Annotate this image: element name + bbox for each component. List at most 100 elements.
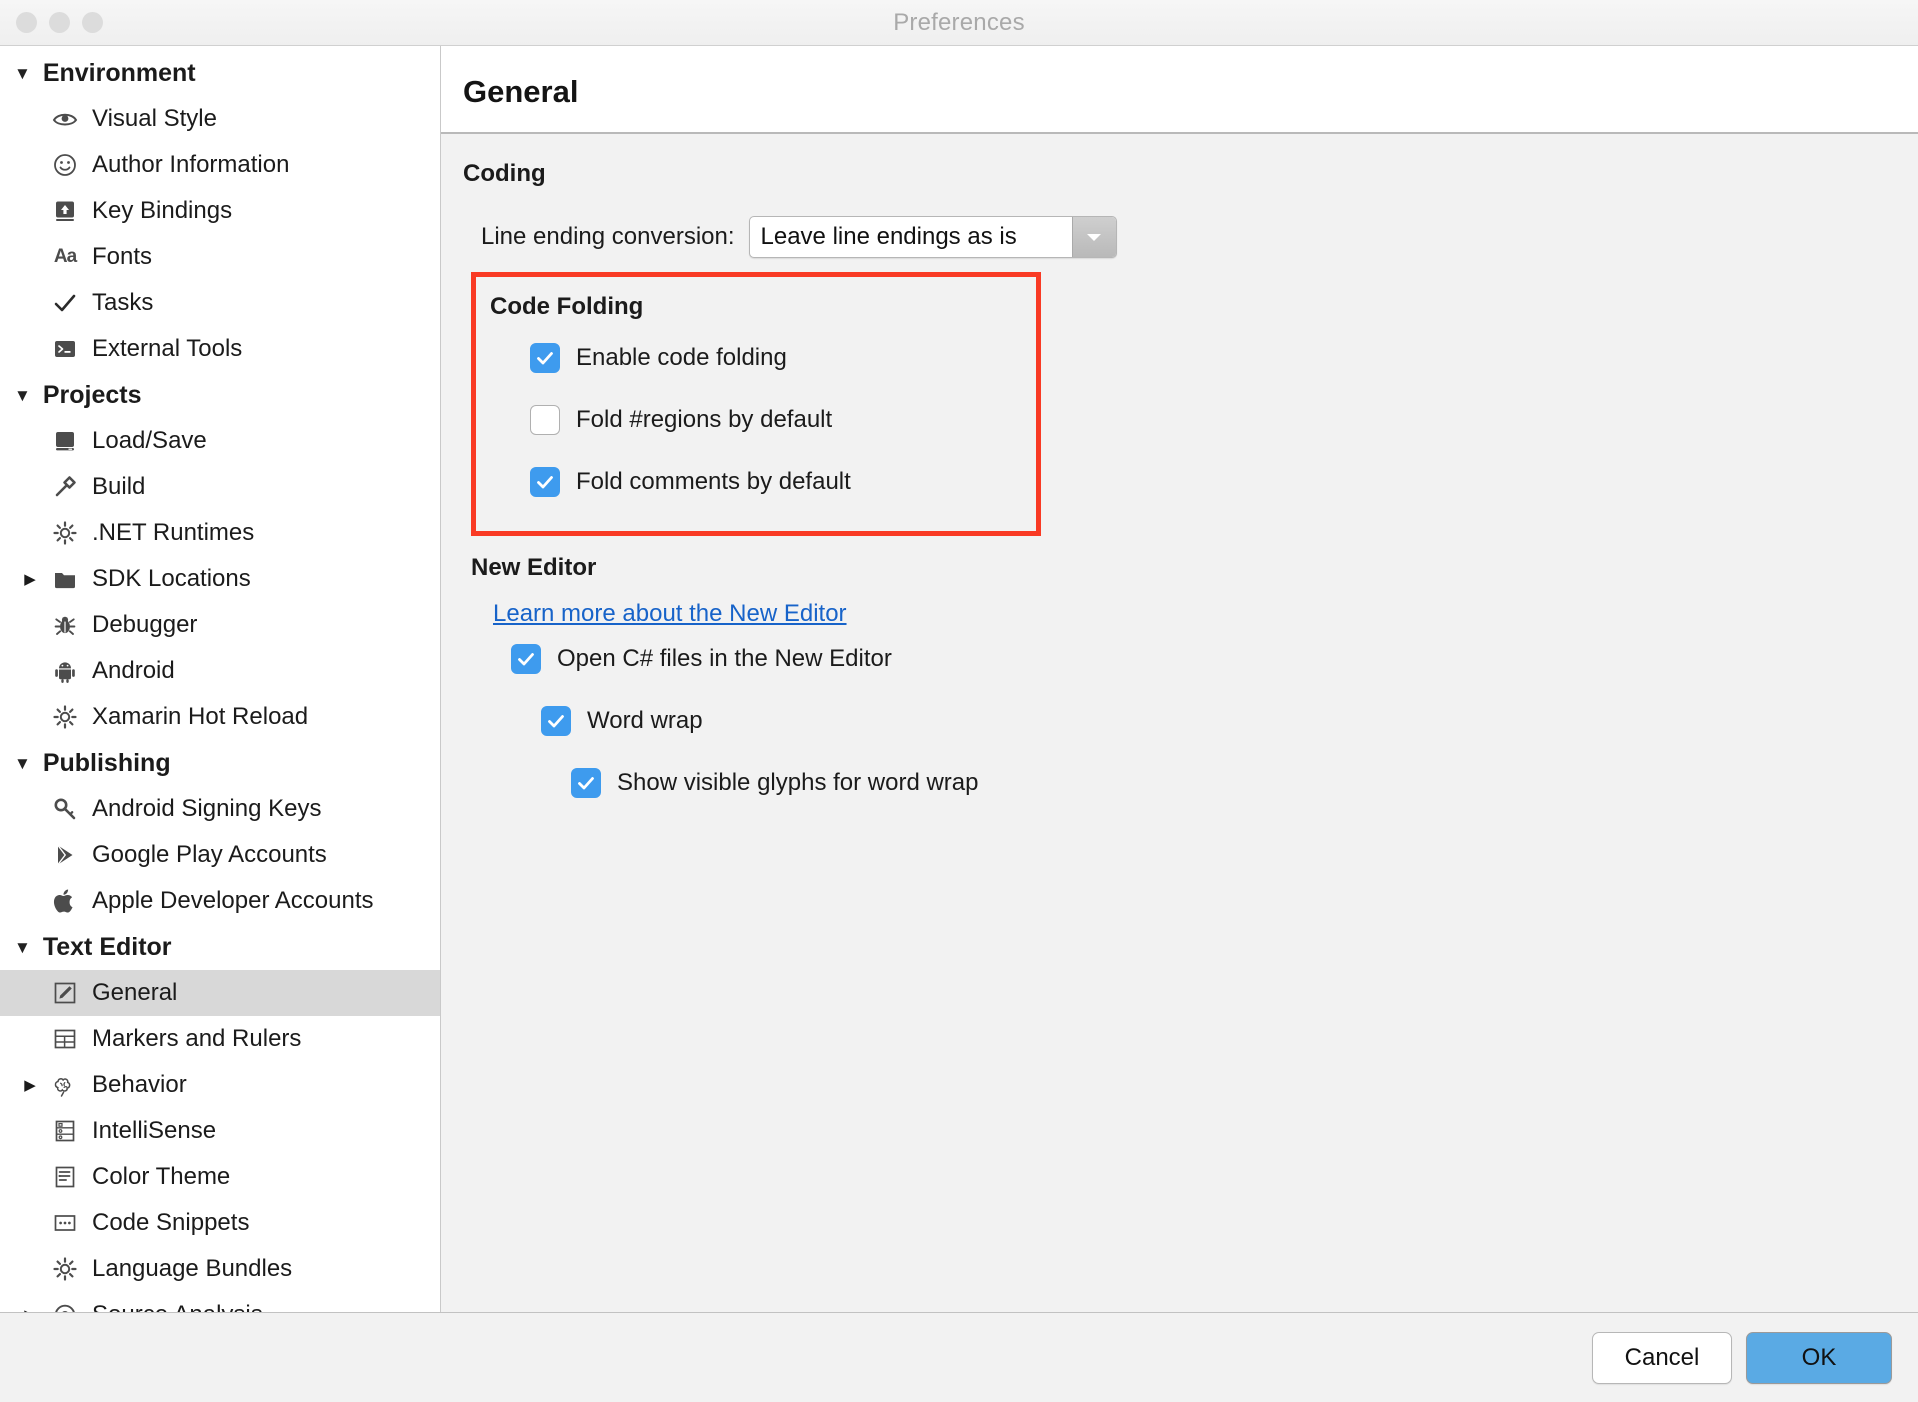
sidebar-item-label: Tasks — [92, 289, 154, 316]
sidebar-item-label: Author Information — [92, 151, 290, 178]
preferences-window: Preferences ▼ Environment Visual Style Auth… — [0, 0, 1918, 1402]
checkbox-checked-icon[interactable] — [530, 467, 560, 497]
checkbox-checked-icon[interactable] — [511, 644, 541, 674]
brain-icon — [46, 1072, 84, 1098]
sidebar-item-net-runtimes[interactable]: .NET Runtimes — [0, 510, 440, 556]
sidebar-item-color-theme[interactable]: Color Theme — [0, 1154, 440, 1200]
checkbox-unchecked-icon[interactable] — [530, 405, 560, 435]
sidebar-item-debugger[interactable]: Debugger — [0, 602, 440, 648]
aa-text-icon: Aa — [53, 246, 77, 267]
disclosure-triangle-down-icon[interactable]: ▼ — [14, 65, 31, 82]
sidebar-item-load-save[interactable]: Load/Save — [0, 418, 440, 464]
sidebar-item-label: Apple Developer Accounts — [92, 887, 374, 914]
sidebar-item-label: Google Play Accounts — [92, 841, 327, 868]
checkbox-row[interactable]: Fold comments by default — [530, 451, 1036, 513]
minimize-button[interactable] — [49, 12, 70, 33]
sidebar-item-markers-and-rulers[interactable]: Markers and Rulers — [0, 1016, 440, 1062]
disclosure-triangle-down-icon[interactable]: ▼ — [14, 387, 31, 404]
sidebar-item-google-play-accounts[interactable]: Google Play Accounts — [0, 832, 440, 878]
checkbox-row[interactable]: Enable code folding — [530, 327, 1036, 389]
sidebar-item-build[interactable]: Build — [0, 464, 440, 510]
checkbox-row[interactable]: Word wrap — [541, 690, 1918, 752]
disclosure-triangle-down-icon[interactable]: ▼ — [14, 939, 31, 956]
gear-icon — [46, 520, 84, 546]
sidebar-item-external-tools[interactable]: External Tools — [0, 326, 440, 372]
checkbox-row[interactable]: Open C# files in the New Editor — [511, 628, 1918, 690]
terminal-icon — [46, 336, 84, 362]
checkbox-checked-icon[interactable] — [541, 706, 571, 736]
play-store-icon — [46, 842, 84, 868]
sidebar-item-label: Key Bindings — [92, 197, 233, 224]
disclosure-triangle-down-icon[interactable]: ▼ — [14, 755, 31, 772]
sidebar-item-apple-developer-accounts[interactable]: Apple Developer Accounts — [0, 878, 440, 924]
sidebar-item-source-analysis[interactable]: ▶ Source Analysis — [0, 1292, 440, 1312]
cancel-button[interactable]: Cancel — [1592, 1331, 1732, 1384]
window-body: ▼ Environment Visual Style Author Informati… — [0, 46, 1918, 1312]
book-icon — [46, 428, 84, 454]
learn-more-link[interactable]: Learn more about the New Editor — [493, 600, 847, 627]
checkbox-checked-icon[interactable] — [530, 343, 560, 373]
sidebar-item-label: Build — [92, 473, 146, 500]
coding-section-title: Coding — [463, 160, 546, 187]
new-editor-options: Open C# files in the New Editor Word wrap… — [471, 628, 1918, 814]
line-ending-selected-value: Leave line endings as is — [760, 223, 1017, 250]
eye-icon — [46, 106, 84, 132]
checkbox-row[interactable]: Fold #regions by default — [530, 389, 1036, 451]
new-editor-block: New Editor Learn more about the New Edit… — [471, 554, 1918, 814]
sidebar-item-key-bindings[interactable]: Key Bindings — [0, 188, 440, 234]
disclosure-triangle-right-icon[interactable]: ▶ — [14, 1076, 46, 1094]
sidebar-item-sdk-locations[interactable]: ▶ SDK Locations — [0, 556, 440, 602]
disclosure-triangle-right-icon[interactable]: ▶ — [14, 570, 46, 588]
sidebar-item-code-snippets[interactable]: Code Snippets — [0, 1200, 440, 1246]
sidebar-item-intellisense[interactable]: IntelliSense — [0, 1108, 440, 1154]
checkbox-label: Show visible glyphs for word wrap — [617, 769, 979, 796]
chevron-down-icon[interactable] — [1071, 217, 1116, 257]
sidebar-item-general[interactable]: General — [0, 970, 440, 1016]
sidebar-group-environment[interactable]: ▼ Environment — [0, 50, 440, 96]
line-ending-conversion-dropdown[interactable]: Leave line endings as is — [748, 216, 1117, 258]
page-title: General — [463, 74, 579, 109]
close-button[interactable] — [16, 12, 37, 33]
hammer-icon — [46, 474, 84, 500]
sidebar-item-tasks[interactable]: Tasks — [0, 280, 440, 326]
ellipsis-box-icon — [46, 1210, 84, 1236]
sidebar-group-label: Environment — [42, 58, 196, 87]
check-icon — [46, 290, 84, 316]
sidebar-item-label: Behavior — [92, 1071, 187, 1098]
checkbox-row[interactable]: Show visible glyphs for word wrap — [571, 752, 1918, 814]
gear-icon — [46, 1256, 84, 1282]
sidebar-item-android-signing-keys[interactable]: Android Signing Keys — [0, 786, 440, 832]
bug-icon — [46, 612, 84, 638]
sidebar-item-label: Load/Save — [92, 427, 207, 454]
window-title: Preferences — [893, 8, 1025, 36]
ok-button[interactable]: OK — [1746, 1331, 1892, 1384]
sidebar-group-projects[interactable]: ▼ Projects — [0, 372, 440, 418]
gear-icon — [46, 704, 84, 730]
code-folding-highlight-box: Code Folding Enable code folding Fold #re… — [471, 272, 1041, 536]
sidebar-item-label: Visual Style — [92, 105, 217, 132]
sidebar-item-behavior[interactable]: ▶ Behavior — [0, 1062, 440, 1108]
sidebar-group-label: Projects — [42, 380, 142, 409]
checkbox-label: Word wrap — [587, 707, 703, 734]
sidebar-item-label: Code Snippets — [92, 1209, 250, 1236]
sidebar-item-label: Language Bundles — [92, 1255, 293, 1282]
sidebar-item-label: .NET Runtimes — [92, 519, 255, 546]
sidebar-group-publishing[interactable]: ▼ Publishing — [0, 740, 440, 786]
disclosure-triangle-right-icon[interactable]: ▶ — [14, 1306, 46, 1312]
sidebar-item-xamarin-hot-reload[interactable]: Xamarin Hot Reload — [0, 694, 440, 740]
sidebar-item-language-bundles[interactable]: Language Bundles — [0, 1246, 440, 1292]
document-lines-icon — [46, 1164, 84, 1190]
checkbox-checked-icon[interactable] — [571, 768, 601, 798]
sidebar-group-text-editor[interactable]: ▼ Text Editor — [0, 924, 440, 970]
sidebar-item-label: Color Theme — [92, 1163, 231, 1190]
sidebar-item-visual-style[interactable]: Visual Style — [0, 96, 440, 142]
preferences-sidebar[interactable]: ▼ Environment Visual Style Author Informati… — [0, 46, 441, 1312]
maximize-button[interactable] — [82, 12, 103, 33]
sidebar-item-author-information[interactable]: Author Information — [0, 142, 440, 188]
new-editor-link-row: Learn more about the New Editor — [493, 600, 1918, 628]
sidebar-item-android[interactable]: Android — [0, 648, 440, 694]
pane-header: General — [441, 46, 1918, 134]
pencil-square-icon — [46, 980, 84, 1006]
sidebar-item-fonts[interactable]: Aa Fonts — [0, 234, 440, 280]
sidebar-item-label: External Tools — [92, 335, 243, 362]
